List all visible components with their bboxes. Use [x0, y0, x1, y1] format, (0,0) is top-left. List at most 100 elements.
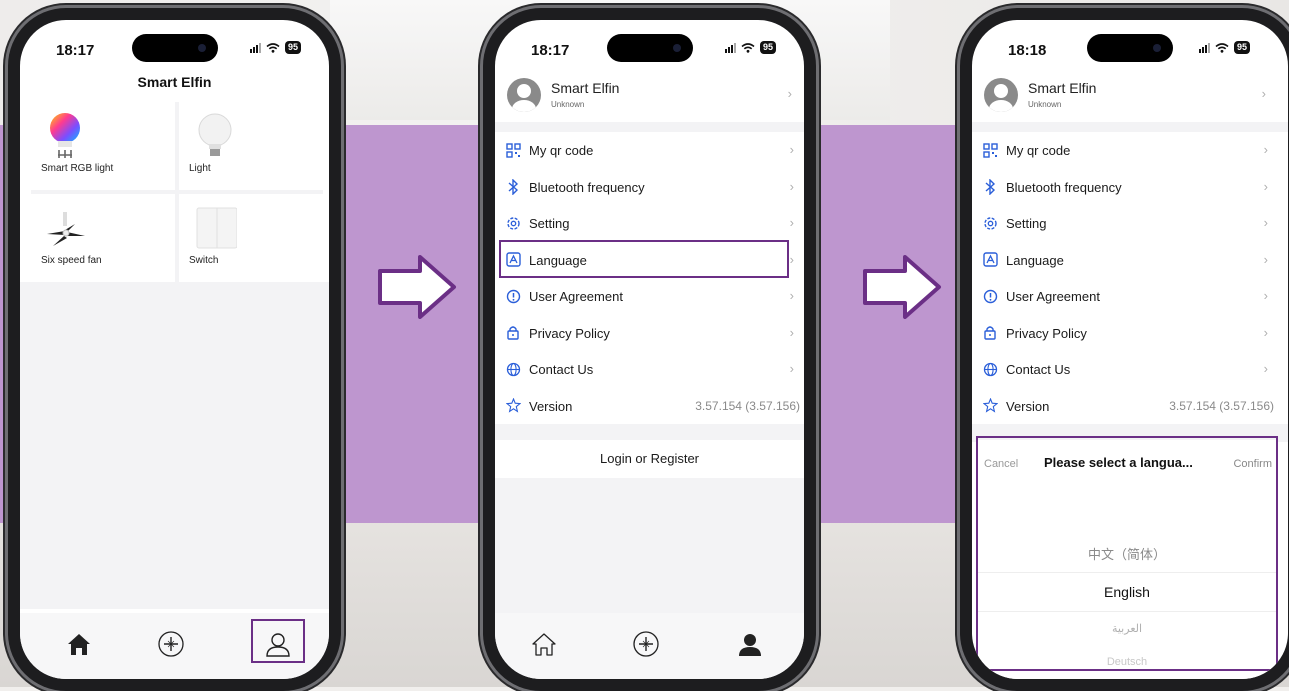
gear-icon	[505, 215, 521, 231]
divider	[972, 122, 1288, 132]
device-tile-smart-rgb-light[interactable]: Smart RGB light	[31, 102, 175, 190]
menu-item-setting[interactable]: Setting ›	[972, 205, 1278, 242]
battery-indicator: 95	[284, 41, 301, 54]
profile-status: Unknown	[1028, 100, 1062, 109]
status-time: 18:17	[56, 42, 95, 59]
selection-highlight	[251, 619, 305, 663]
profile-icon[interactable]	[735, 629, 765, 659]
add-device-icon[interactable]	[156, 629, 186, 659]
right-arrow-icon	[863, 255, 941, 319]
add-device-icon[interactable]	[631, 629, 661, 659]
login-register-button[interactable]: Login or Register	[495, 440, 804, 478]
phone-frame-3: 18:18 95 Smart Elfin Unknown › My qr cod…	[960, 8, 1289, 691]
chevron-right-icon: ›	[789, 324, 794, 340]
bluetooth-icon	[505, 178, 521, 195]
empty-area	[495, 478, 804, 618]
menu-item-contact-us[interactable]: Contact Us ›	[972, 351, 1278, 388]
chevron-right-icon: ›	[789, 215, 794, 230]
menu-item-my-qr-code[interactable]: My qr code ›	[972, 132, 1278, 169]
menu-item-label: Contact Us	[529, 362, 594, 377]
device-label: Light	[189, 163, 211, 174]
menu-item-bluetooth-frequency[interactable]: Bluetooth frequency ›	[972, 169, 1278, 206]
menu-item-label: Setting	[529, 216, 570, 231]
menu-item-privacy-policy[interactable]: Privacy Policy ›	[495, 315, 804, 352]
status-time: 18:18	[1008, 42, 1047, 59]
profile-name: Smart Elfin	[1028, 80, 1097, 96]
menu-item-label: Bluetooth frequency	[1006, 179, 1122, 195]
divider	[495, 122, 804, 132]
device-tile-switch[interactable]: Switch	[179, 194, 323, 282]
profile-status: Unknown	[551, 100, 585, 109]
avatar	[984, 78, 1018, 112]
dynamic-island	[606, 34, 693, 62]
menu-item-label: Setting	[1006, 216, 1047, 231]
home-icon[interactable]	[64, 629, 94, 659]
device-tile-light[interactable]: Light	[179, 102, 323, 190]
device-label: Six speed fan	[41, 255, 102, 266]
menu-item-contact-us[interactable]: Contact Us ›	[495, 351, 804, 388]
page-title: Smart Elfin	[137, 74, 212, 90]
dynamic-island	[1087, 34, 1173, 62]
device-tile-six-speed-fan[interactable]: Six speed fan	[31, 194, 175, 282]
menu-item-label: Version	[1006, 398, 1050, 414]
menu-item-label: Bluetooth frequency	[529, 179, 645, 195]
signal-icon	[249, 42, 261, 53]
menu-item-version[interactable]: Version 3.57.154 (3.57.156)	[972, 388, 1278, 425]
selection-highlight	[499, 240, 789, 278]
profile-header[interactable]: Smart Elfin Unknown ›	[507, 78, 792, 118]
device-grid: Smart RGB light Light Six speed fan Swit…	[31, 102, 323, 282]
menu-item-privacy-policy[interactable]: Privacy Policy ›	[972, 315, 1278, 352]
status-time: 18:17	[531, 42, 570, 59]
globe-icon	[505, 361, 521, 377]
phone-screen-1: 18:17 95 Smart Elfin Smart RGB light Lig…	[20, 20, 329, 679]
menu-item-user-agreement[interactable]: User Agreement ›	[495, 278, 804, 315]
settings-menu: My qr code › Bluetooth frequency › Setti…	[972, 132, 1278, 424]
version-icon	[505, 398, 521, 414]
menu-item-label: User Agreement	[529, 289, 623, 304]
bluetooth-icon	[982, 178, 998, 195]
menu-item-label: My qr code	[529, 143, 594, 158]
menu-item-label: User Agreement	[1006, 289, 1100, 304]
device-label: Smart RGB light	[41, 163, 114, 174]
status-icons: 95	[1198, 41, 1250, 54]
profile-name: Smart Elfin	[551, 80, 620, 96]
signal-icon	[1198, 42, 1210, 53]
tab-bar	[20, 613, 329, 679]
ceiling-fan-icon	[47, 212, 85, 246]
chevron-right-icon: ›	[789, 178, 794, 194]
lock-icon	[505, 325, 521, 341]
wall-switch-icon	[196, 207, 237, 249]
phone-screen-3: 18:18 95 Smart Elfin Unknown › My qr cod…	[972, 20, 1288, 679]
phone-screen-2: 18:17 95 Smart Elfin Unknown › My qr cod…	[495, 20, 804, 679]
wifi-icon	[1215, 42, 1229, 53]
chevron-right-icon: ›	[787, 86, 792, 101]
signal-icon	[724, 42, 736, 53]
dynamic-island	[131, 34, 218, 62]
chevron-right-icon: ›	[1263, 215, 1268, 230]
menu-item-setting[interactable]: Setting ›	[495, 205, 804, 242]
version-value: 3.57.154 (3.57.156)	[1169, 398, 1274, 413]
menu-item-version[interactable]: Version 3.57.154 (3.57.156)	[495, 388, 804, 425]
selection-highlight	[976, 436, 1278, 671]
menu-item-my-qr-code[interactable]: My qr code ›	[495, 132, 804, 169]
version-icon	[982, 398, 998, 414]
menu-item-label: Contact Us	[1006, 362, 1071, 377]
chevron-right-icon: ›	[1263, 324, 1268, 340]
chevron-right-icon: ›	[1263, 251, 1268, 267]
chevron-right-icon: ›	[1263, 361, 1268, 376]
menu-item-label: My qr code	[1006, 143, 1071, 158]
chevron-right-icon: ›	[1261, 86, 1266, 101]
profile-header[interactable]: Smart Elfin Unknown ›	[984, 78, 1266, 118]
menu-item-language[interactable]: Language ›	[972, 242, 1278, 279]
menu-item-user-agreement[interactable]: User Agreement ›	[972, 278, 1278, 315]
wifi-icon	[741, 42, 755, 53]
chevron-right-icon: ›	[1263, 142, 1268, 157]
globe-icon	[982, 361, 998, 377]
phone-frame-2: 18:17 95 Smart Elfin Unknown › My qr cod…	[483, 8, 816, 691]
chevron-right-icon: ›	[789, 361, 794, 376]
bulb-icon	[198, 113, 232, 156]
menu-item-bluetooth-frequency[interactable]: Bluetooth frequency ›	[495, 169, 804, 206]
info-icon	[505, 288, 521, 304]
qr-code-icon	[982, 142, 998, 158]
home-icon[interactable]	[529, 629, 559, 659]
